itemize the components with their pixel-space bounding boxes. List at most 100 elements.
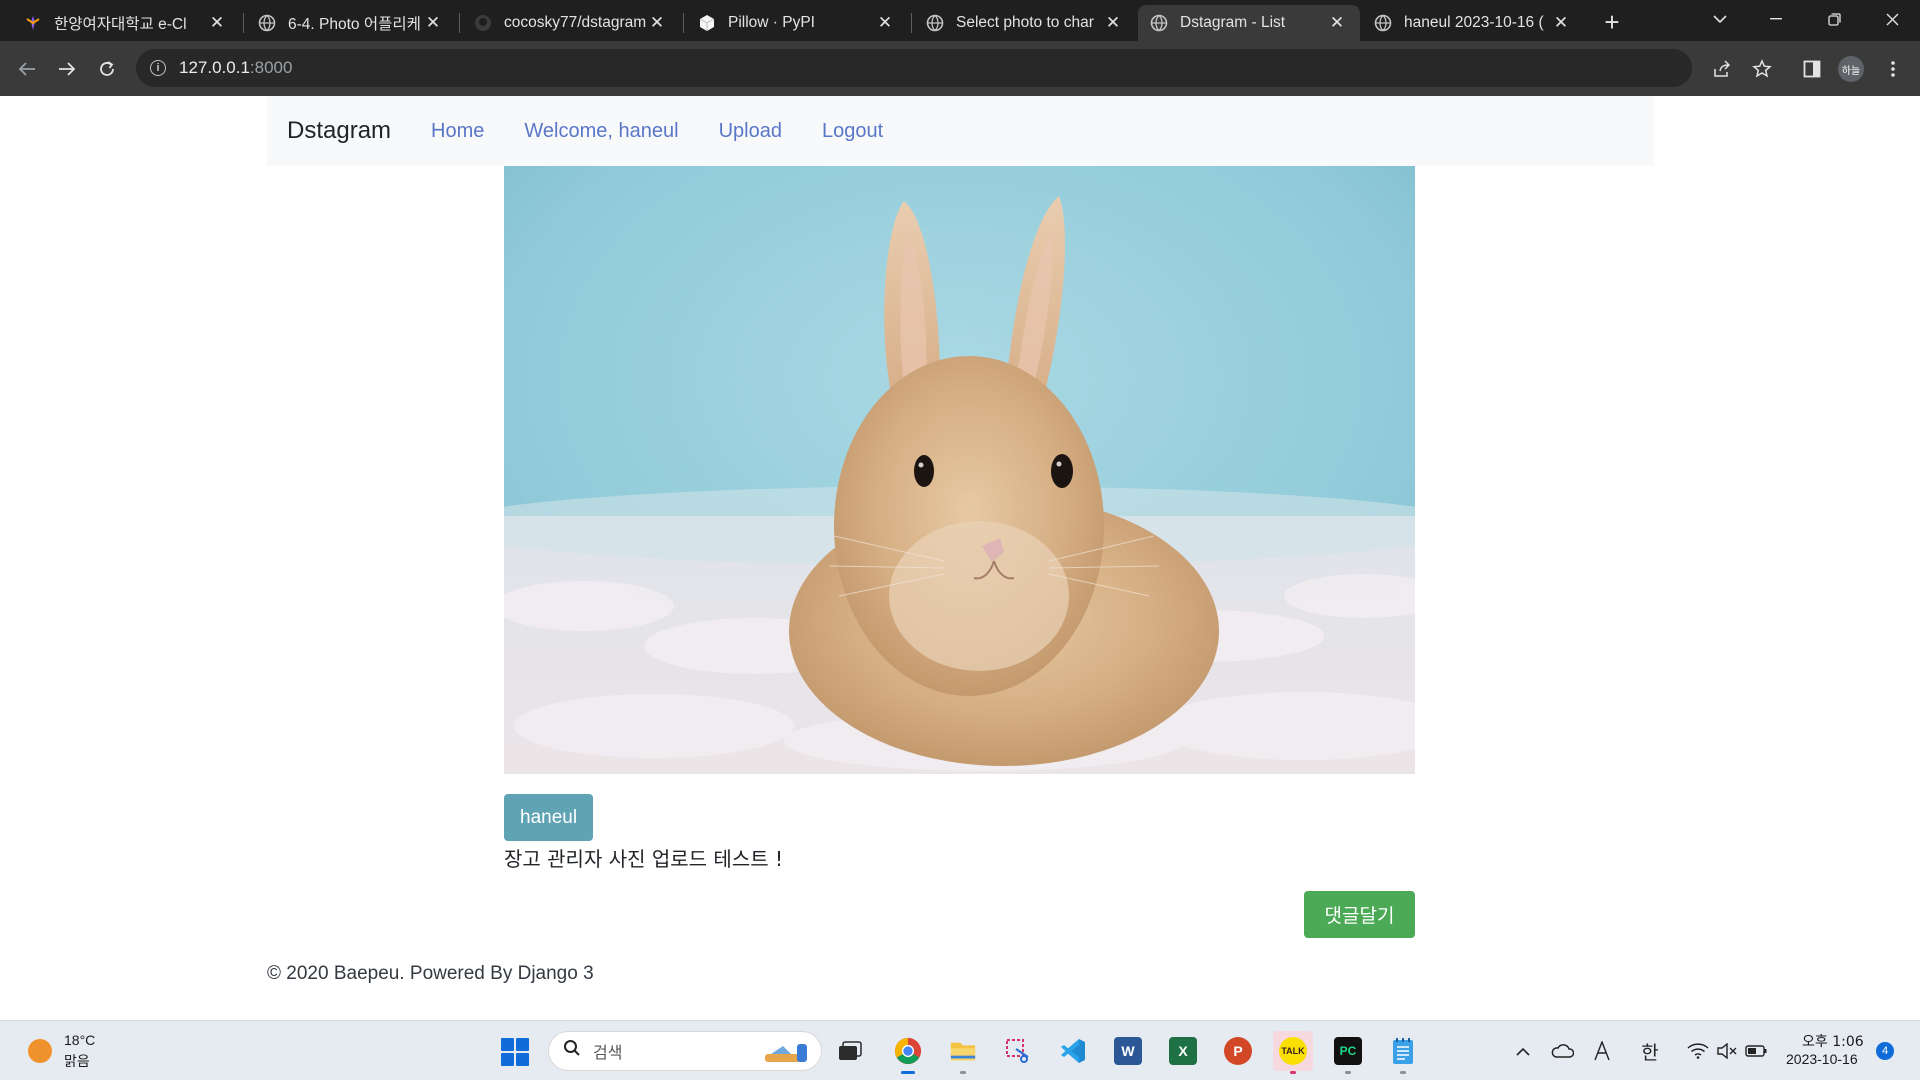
nav-home-link[interactable]: Home — [431, 120, 484, 143]
weather-temperature[interactable]: 18°C — [64, 1032, 95, 1048]
tab-hywoman-eclass[interactable]: 한양여자대학교 e-Cl ✕ — [12, 5, 240, 41]
brand-link[interactable]: Dstagram — [287, 117, 391, 145]
tab-title: Pillow · PyPI — [728, 14, 815, 31]
running-indicator — [1400, 1071, 1406, 1074]
tab-search-icon[interactable] — [1692, 0, 1748, 38]
tab-separator — [243, 13, 244, 33]
close-icon[interactable]: ✕ — [206, 12, 228, 34]
browser-toolbar: i 127.0.0.1:8000 하늘 — [0, 41, 1920, 96]
taskbar-word[interactable]: W — [1108, 1031, 1148, 1071]
running-indicator — [1345, 1071, 1351, 1074]
more-menu-icon[interactable] — [1877, 53, 1909, 85]
nav-logout-link[interactable]: Logout — [822, 120, 883, 143]
tab-title: haneul 2023-10-16 ( — [1404, 14, 1544, 31]
nav-welcome-link[interactable]: Welcome, haneul — [524, 120, 678, 143]
side-panel-icon[interactable] — [1796, 53, 1828, 85]
globe-icon — [1150, 14, 1168, 32]
folder-icon — [949, 1037, 977, 1065]
url-host: 127.0.0.1 — [179, 58, 250, 77]
taskbar-kakaotalk[interactable]: TALK — [1273, 1031, 1313, 1074]
nav-upload-link[interactable]: Upload — [719, 120, 782, 143]
rabbit-photo — [504, 166, 1415, 774]
post-photo[interactable] — [504, 166, 1415, 774]
volume-muted-icon[interactable] — [1716, 1035, 1738, 1067]
attention-indicator — [1290, 1071, 1296, 1074]
taskbar-search-box[interactable]: 검색 — [548, 1031, 822, 1071]
forward-arrow-icon[interactable] — [51, 53, 83, 85]
browser-tab-strip: 한양여자대학교 e-Cl ✕ 6-4. Photo 어플리케 ✕ cocosky… — [0, 0, 1920, 41]
close-icon[interactable]: ✕ — [874, 12, 896, 34]
url-port: :8000 — [249, 58, 293, 77]
excel-icon: X — [1169, 1037, 1197, 1065]
back-arrow-icon[interactable] — [11, 53, 43, 85]
clock-time[interactable]: 오후 1:06 — [1802, 1031, 1864, 1051]
search-icon — [563, 1039, 581, 1063]
close-icon[interactable]: ✕ — [1550, 12, 1572, 34]
tab-title: Dstagram - List — [1180, 14, 1286, 31]
tab-select-photo[interactable]: Select photo to char ✕ — [914, 5, 1136, 41]
taskbar-vscode[interactable] — [1053, 1031, 1093, 1071]
add-comment-button[interactable]: 댓글달기 — [1304, 891, 1415, 938]
new-tab-button[interactable]: + — [1597, 7, 1627, 37]
taskbar-chrome[interactable] — [888, 1031, 928, 1074]
task-view-icon — [836, 1037, 864, 1065]
globe-icon — [1374, 14, 1392, 32]
close-icon[interactable]: ✕ — [646, 12, 668, 34]
powerpoint-icon: P — [1224, 1037, 1252, 1065]
minimize-icon[interactable] — [1748, 0, 1804, 38]
close-icon[interactable]: ✕ — [1102, 12, 1124, 34]
ime-mode-icon[interactable] — [1590, 1035, 1614, 1067]
clock-date[interactable]: 2023-10-16 — [1786, 1051, 1858, 1067]
taskbar-pycharm[interactable]: PC — [1328, 1031, 1368, 1074]
search-placeholder: 검색 — [593, 1043, 623, 1062]
taskbar-notepad[interactable] — [1383, 1031, 1423, 1074]
tab-dstagram-list[interactable]: Dstagram - List ✕ — [1138, 5, 1360, 41]
close-icon[interactable]: ✕ — [422, 12, 444, 34]
author-badge[interactable]: haneul — [504, 794, 594, 841]
windows-start-icon[interactable] — [501, 1038, 529, 1066]
hywoman-favicon-icon — [24, 14, 42, 32]
reload-icon[interactable] — [91, 53, 123, 85]
restore-icon[interactable] — [1806, 0, 1862, 38]
kakaotalk-icon: TALK — [1279, 1037, 1307, 1065]
battery-icon[interactable] — [1744, 1035, 1768, 1067]
github-icon — [474, 14, 492, 32]
notification-badge[interactable]: 4 — [1876, 1042, 1894, 1060]
window-close-icon[interactable] — [1864, 0, 1920, 38]
share-icon[interactable] — [1706, 53, 1738, 85]
windows-taskbar: 18°C 맑음 검색 W X P TALK PC 한 오후 1:06 2023-… — [0, 1020, 1920, 1080]
tab-haneul-post[interactable]: haneul 2023-10-16 ( ✕ — [1362, 5, 1584, 41]
tab-title: 한양여자대학교 e-Cl — [54, 16, 187, 33]
tab-photo-app[interactable]: 6-4. Photo 어플리케 ✕ — [246, 5, 456, 41]
taskbar-task-view[interactable] — [830, 1031, 870, 1071]
pypi-icon — [698, 14, 716, 32]
scissors-icon — [1004, 1037, 1032, 1065]
pycharm-icon: PC — [1334, 1037, 1362, 1065]
profile-avatar[interactable]: 하늘 — [1838, 56, 1864, 82]
taskbar-excel[interactable]: X — [1163, 1031, 1203, 1071]
word-icon: W — [1114, 1037, 1142, 1065]
globe-icon — [926, 14, 944, 32]
tab-pillow-pypi[interactable]: Pillow · PyPI ✕ — [686, 5, 908, 41]
close-icon[interactable]: ✕ — [1326, 12, 1348, 34]
site-navbar: Dstagram Home Welcome, haneul Upload Log… — [267, 96, 1654, 166]
chevron-up-icon[interactable] — [1512, 1035, 1534, 1067]
weather-condition[interactable]: 맑음 — [64, 1051, 90, 1071]
tab-separator — [459, 13, 460, 33]
sun-icon[interactable] — [28, 1039, 52, 1063]
tab-github-dstagram[interactable]: cocosky77/dstagram ✕ — [462, 5, 680, 41]
onedrive-cloud-icon[interactable] — [1548, 1035, 1576, 1067]
vscode-icon — [1059, 1037, 1087, 1065]
address-bar[interactable]: i 127.0.0.1:8000 — [136, 49, 1692, 87]
taskbar-snipping-tool[interactable] — [998, 1031, 1038, 1071]
search-highlight-icon — [761, 1040, 811, 1064]
bookmark-star-icon[interactable] — [1746, 53, 1778, 85]
input-language-indicator[interactable]: 한 — [1638, 1035, 1662, 1067]
running-indicator — [960, 1071, 966, 1074]
wifi-icon[interactable] — [1686, 1035, 1710, 1067]
site-info-icon[interactable]: i — [150, 60, 166, 76]
tab-title: Select photo to char — [956, 14, 1094, 31]
taskbar-powerpoint[interactable]: P — [1218, 1031, 1258, 1071]
taskbar-file-explorer[interactable] — [943, 1031, 983, 1074]
globe-icon — [258, 14, 276, 32]
